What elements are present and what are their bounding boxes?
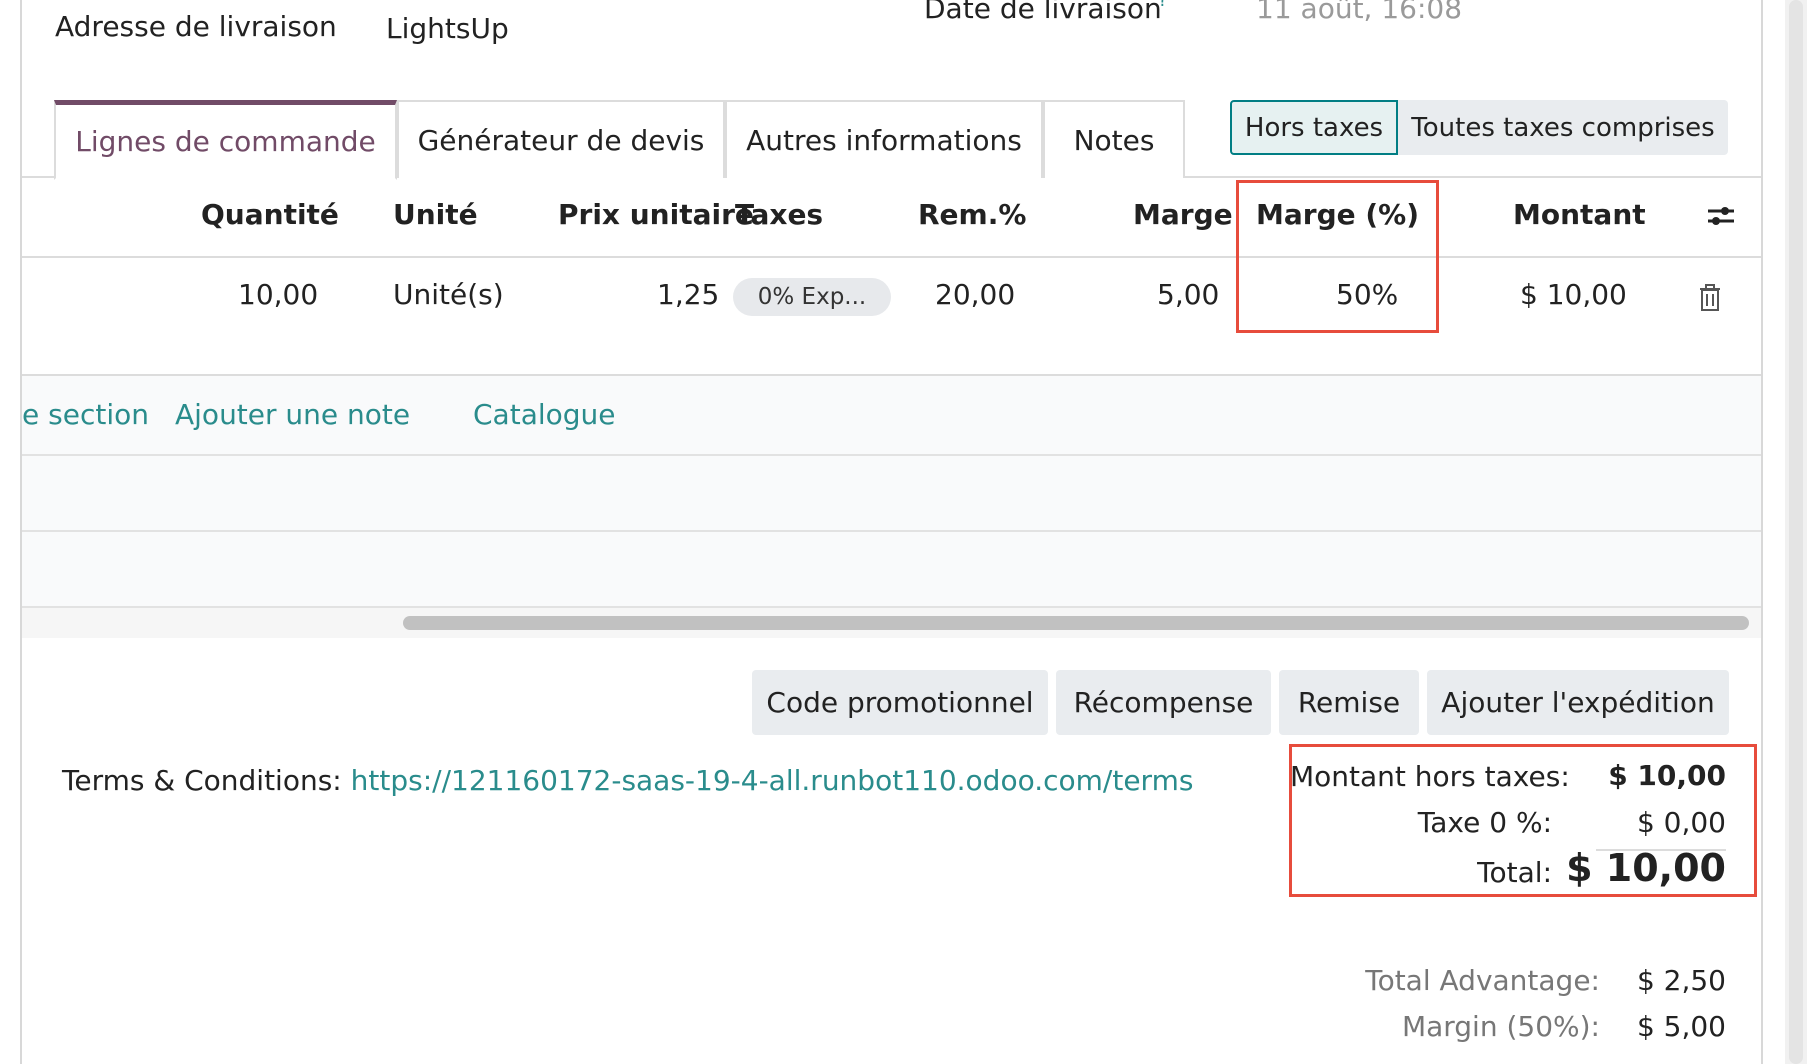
add-shipping-button[interactable]: Ajouter l'expédition bbox=[1427, 670, 1729, 735]
tax-badge[interactable]: 0% Exp... bbox=[733, 278, 891, 316]
cell-unit-price[interactable]: 1,25 bbox=[657, 278, 719, 311]
table-row-divider bbox=[22, 530, 1761, 532]
tax-included-toggle[interactable]: Toutes taxes comprises bbox=[1398, 100, 1728, 155]
column-header-taxes[interactable]: Taxes bbox=[735, 198, 823, 231]
discount-button[interactable]: Remise bbox=[1279, 670, 1419, 735]
cell-discount[interactable]: 20,00 bbox=[935, 278, 1015, 311]
delivery-address-label: Adresse de livraison bbox=[55, 10, 337, 43]
column-header-quantity[interactable]: Quantité bbox=[201, 198, 339, 231]
promo-code-button[interactable]: Code promotionnel bbox=[752, 670, 1048, 735]
tab-quote-builder[interactable]: Générateur de devis bbox=[397, 100, 725, 178]
delivery-address-field[interactable]: LightsUp bbox=[386, 12, 509, 45]
tab-other-info[interactable]: Autres informations bbox=[725, 100, 1043, 178]
column-header-margin[interactable]: Marge bbox=[1133, 198, 1233, 231]
table-scrollbar-thumb[interactable] bbox=[403, 616, 1749, 630]
delivery-date-help-icon[interactable]: ? bbox=[1158, 0, 1168, 11]
delivery-date-label: Date de livraison bbox=[924, 0, 1162, 25]
page-scrollbar-thumb[interactable] bbox=[1789, 0, 1803, 1064]
margin-summary-label: Margin (50%): bbox=[1401, 1010, 1600, 1043]
add-section-link[interactable]: e section bbox=[22, 398, 149, 431]
column-header-unit-price[interactable]: Prix unitaire bbox=[558, 198, 754, 231]
table-header-divider bbox=[22, 256, 1761, 258]
total-advantage-label: Total Advantage: bbox=[1365, 964, 1600, 997]
total-advantage-value: $ 2,50 bbox=[1636, 964, 1726, 997]
margin-percent-highlight bbox=[1236, 180, 1439, 333]
total-label: Total: bbox=[1477, 856, 1552, 889]
column-header-discount[interactable]: Rem.% bbox=[918, 198, 1026, 231]
cell-unit[interactable]: Unité(s) bbox=[393, 278, 504, 311]
tax-excluded-toggle[interactable]: Hors taxes bbox=[1230, 100, 1398, 155]
table-row-divider bbox=[22, 454, 1761, 456]
total-value: $ 10,00 bbox=[1566, 846, 1726, 890]
tax-label: Taxe 0 %: bbox=[1417, 806, 1552, 839]
table-row-divider bbox=[22, 374, 1761, 376]
margin-summary-value: $ 5,00 bbox=[1636, 1010, 1726, 1043]
catalog-link[interactable]: Catalogue bbox=[473, 398, 616, 431]
terms-line: Terms & Conditions: https://121160172-sa… bbox=[62, 764, 1193, 797]
untaxed-amount-value: $ 10,00 bbox=[1608, 759, 1726, 792]
cell-quantity[interactable]: 10,00 bbox=[238, 278, 318, 311]
add-note-link[interactable]: Ajouter une note bbox=[175, 398, 410, 431]
tax-value: $ 0,00 bbox=[1636, 806, 1726, 839]
tab-order-lines[interactable]: Lignes de commande bbox=[54, 100, 397, 180]
untaxed-amount-label: Montant hors taxes: bbox=[1290, 760, 1570, 793]
form-right-border bbox=[1761, 0, 1763, 1064]
trash-icon[interactable] bbox=[1698, 284, 1722, 312]
cell-amount[interactable]: $ 10,00 bbox=[1520, 278, 1627, 311]
terms-link[interactable]: https://121160172-saas-19-4-all.runbot11… bbox=[351, 764, 1194, 797]
terms-label: Terms & Conditions: bbox=[62, 764, 342, 797]
cell-margin[interactable]: 5,00 bbox=[1157, 278, 1219, 311]
column-header-unit[interactable]: Unité bbox=[393, 198, 478, 231]
tab-notes[interactable]: Notes bbox=[1043, 100, 1185, 178]
column-header-amount[interactable]: Montant bbox=[1513, 198, 1646, 231]
sliders-icon[interactable] bbox=[1706, 202, 1736, 230]
reward-button[interactable]: Récompense bbox=[1056, 670, 1271, 735]
delivery-date-field[interactable]: 11 août, 16:08 bbox=[1256, 0, 1462, 25]
